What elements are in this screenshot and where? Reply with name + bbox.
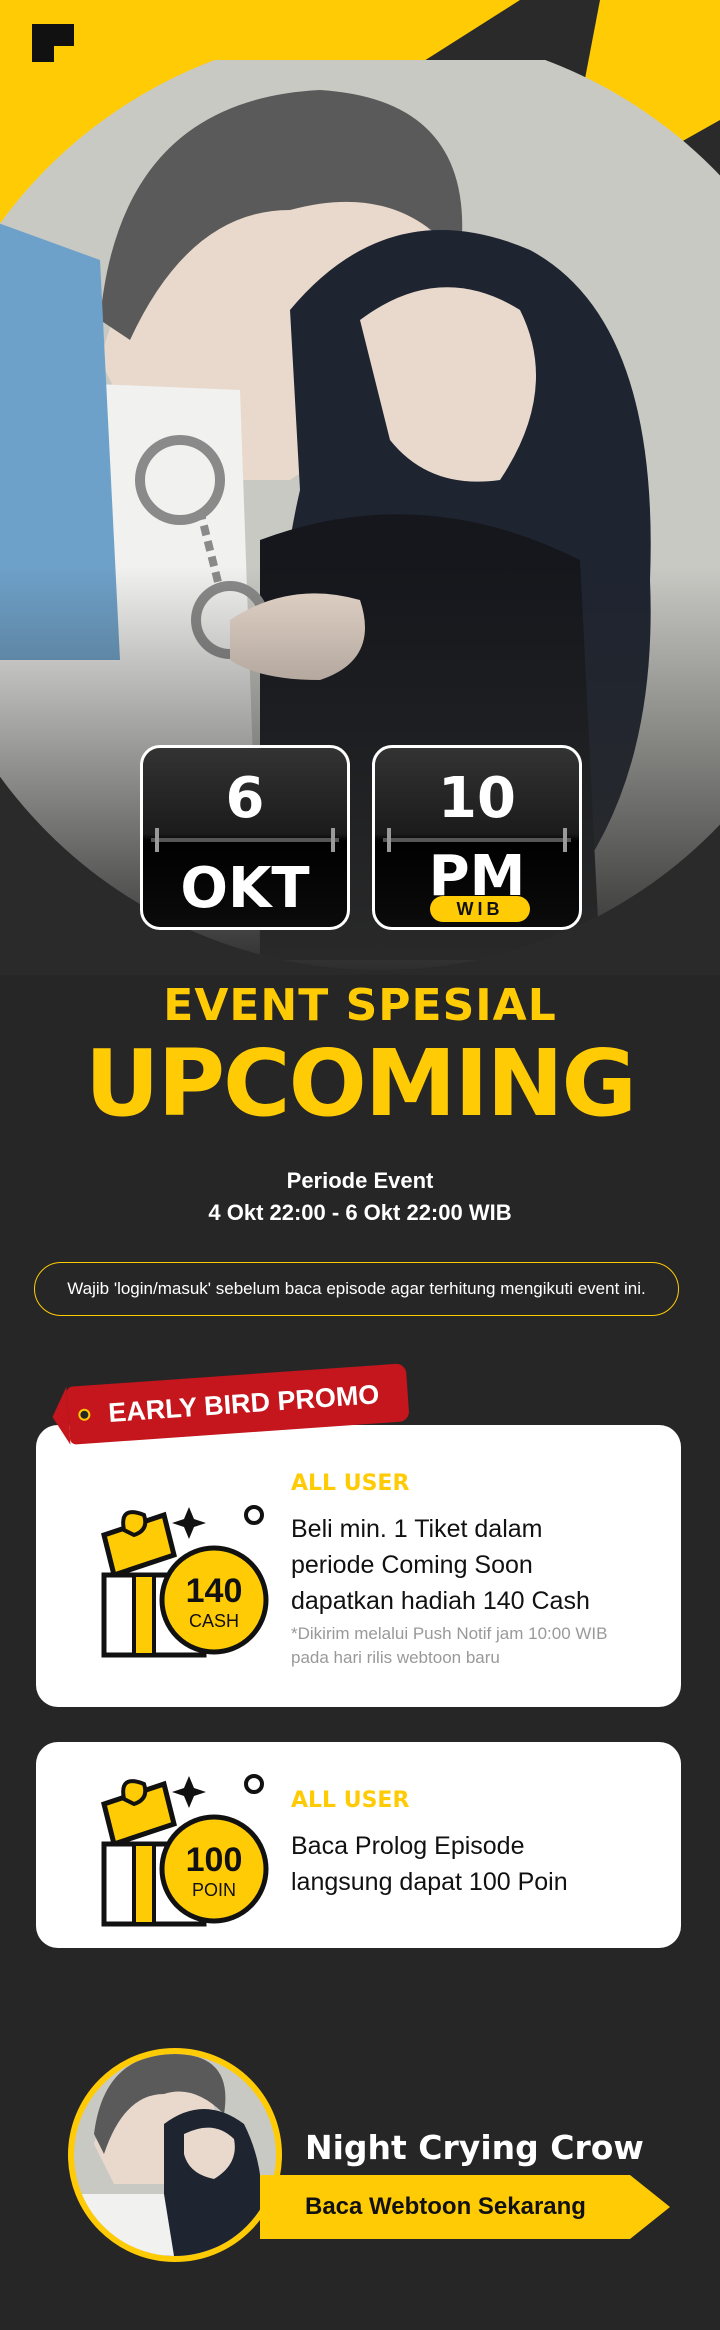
event-subtitle: EVENT SPESIAL	[163, 980, 557, 1031]
time-box: 10 PM WIB	[372, 745, 582, 930]
poin-unit: POIN	[192, 1880, 236, 1900]
poin-amount: 100	[186, 1841, 243, 1879]
card-description: Baca Prolog Episode langsung dapat 100 P…	[291, 1828, 568, 1900]
gift-poin-icon: 100 POIN	[101, 1774, 269, 1927]
webtoon-thumbnail[interactable]	[68, 2048, 282, 2262]
cash-unit: CASH	[189, 1611, 239, 1631]
note-line: pada hari rilis webtoon baru	[291, 1648, 500, 1667]
desc-line: langsung dapat 100 Poin	[291, 1868, 568, 1896]
card-note: *Dikirim melalui Push Notif jam 10:00 WI…	[291, 1622, 607, 1670]
flip-hinge	[151, 828, 339, 852]
webtoon-title[interactable]: Night Crying Crow	[305, 2128, 644, 2167]
card-description: Beli min. 1 Tiket dalam periode Coming S…	[291, 1511, 590, 1619]
thumbnail-art	[74, 2054, 276, 2256]
reward-card-poin: 100 POIN ALL USER Baca Prolog Episode la…	[36, 1742, 681, 1948]
period-range: 4 Okt 22:00 - 6 Okt 22:00 WIB	[208, 1200, 512, 1225]
read-now-button[interactable]: Baca Webtoon Sekarang	[260, 2175, 670, 2239]
event-title: UPCOMING	[84, 1030, 637, 1137]
date-month: OKT	[180, 856, 310, 921]
desc-line: periode Coming Soon	[291, 1551, 533, 1579]
desc-line: Beli min. 1 Tiket dalam	[291, 1515, 543, 1543]
date-box: 6 OKT	[140, 745, 350, 930]
date-day: 6	[225, 766, 265, 831]
reward-card-cash: 140 CASH ALL USER Beli min. 1 Tiket dala…	[36, 1425, 681, 1707]
webtoon-promo[interactable]: Night Crying Crow Baca Webtoon Sekarang	[0, 2040, 720, 2290]
note-line: *Dikirim melalui Push Notif jam 10:00 WI…	[291, 1624, 608, 1643]
webtoon-logo[interactable]	[32, 24, 74, 62]
period-label: Periode Event	[286, 1168, 434, 1193]
gift-cash-icon: 140 CASH	[101, 1505, 269, 1658]
timezone-badge: WIB	[430, 896, 530, 922]
tag-hole-icon	[77, 1408, 91, 1422]
event-period: Periode Event 4 Okt 22:00 - 6 Okt 22:00 …	[0, 1165, 720, 1229]
time-hour: 10	[438, 766, 516, 831]
countdown-boxes: 6 OKT 10 PM WIB	[140, 745, 582, 930]
hero-banner: 6 OKT 10 PM WIB	[0, 0, 720, 975]
cash-amount: 140	[186, 1572, 243, 1610]
card-tag: ALL USER	[291, 1788, 410, 1813]
card-tag: ALL USER	[291, 1471, 410, 1496]
ribbon-label: EARLY BIRD PROMO	[107, 1379, 381, 1429]
flip-hinge	[383, 828, 571, 852]
desc-line: dapatkan hadiah 140 Cash	[291, 1587, 590, 1615]
desc-line: Baca Prolog Episode	[291, 1832, 525, 1860]
login-notice: Wajib 'login/masuk' sebelum baca episode…	[34, 1262, 679, 1316]
